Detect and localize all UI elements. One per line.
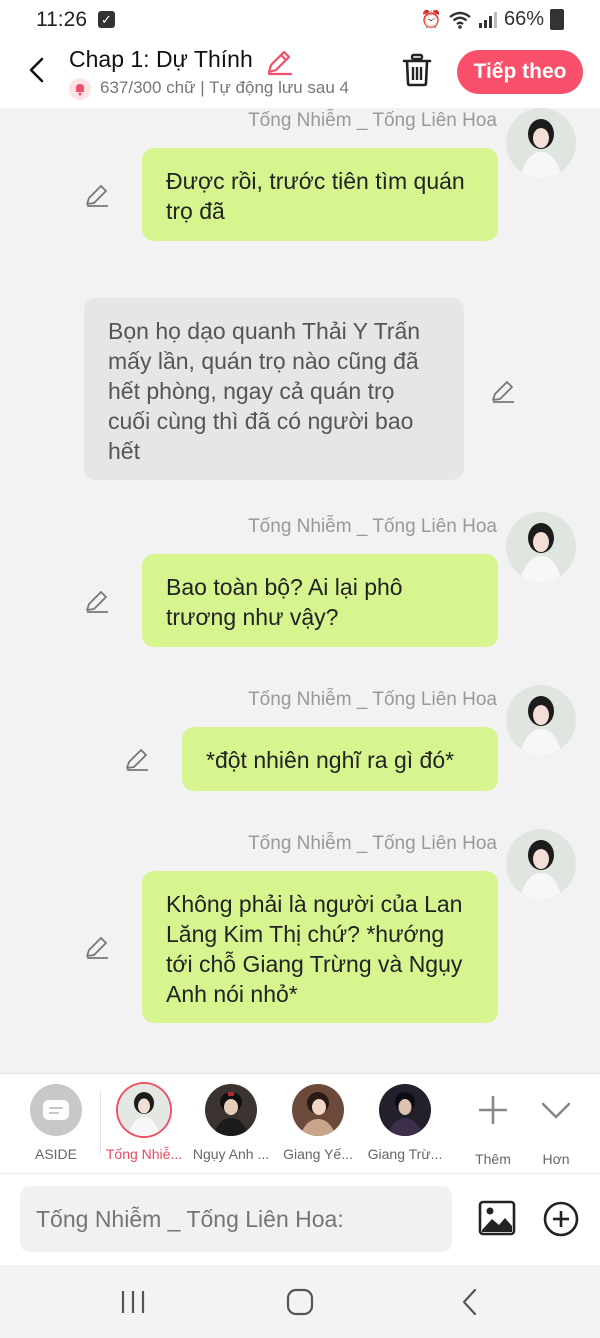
character-selector: ASIDE Tống Nhiễ... Ngụy Anh ... Giang Yế…	[0, 1073, 600, 1174]
chevron-down-icon	[541, 1102, 571, 1119]
home-icon[interactable]	[285, 1287, 315, 1317]
edit-title-icon[interactable]	[265, 48, 293, 76]
alarm-icon: ⏰	[420, 9, 442, 29]
bell-icon	[69, 78, 91, 100]
more-label: Hơn	[542, 1151, 570, 1167]
message-bubble[interactable]: Không phải là người của Lan Lăng Kim Thị…	[142, 871, 498, 1023]
notification-check-icon: ✓	[98, 11, 115, 28]
app-bar: Chap 1: Dự Thính 637/300 chữ | Tự động l…	[0, 40, 600, 108]
character-name: Giang Trừ...	[367, 1146, 443, 1162]
input-bar	[0, 1173, 600, 1266]
add-circle-icon[interactable]	[542, 1200, 580, 1238]
wifi-icon	[449, 11, 471, 29]
narration-bubble[interactable]: Bọn họ dạo quanh Thải Y Trấn mấy lần, qu…	[84, 298, 464, 480]
message-bubble[interactable]: Bao toàn bộ? Ai lại phô trương như vậy?	[142, 554, 498, 647]
character-name: Tống Nhiễ...	[105, 1146, 183, 1162]
edit-message-icon[interactable]	[490, 378, 516, 404]
character-tong-nhiem[interactable]: Tống Nhiễ...	[99, 1084, 189, 1162]
battery-icon	[550, 9, 564, 30]
aside-icon	[30, 1084, 82, 1136]
trash-icon[interactable]	[400, 52, 434, 88]
avatar[interactable]	[506, 108, 576, 178]
character-name: ASIDE	[34, 1146, 77, 1162]
back-arrow-icon[interactable]	[22, 54, 54, 86]
character-name: Giang Yế...	[283, 1146, 353, 1162]
status-bar: 11:26 ✓ ⏰ 66%	[0, 0, 600, 40]
character-nguy-anh[interactable]: Ngụy Anh ...	[186, 1084, 276, 1162]
sender-name: Tống Nhiễm _ Tống Liên Hoa	[248, 516, 497, 537]
avatar	[292, 1084, 344, 1136]
chapter-title[interactable]: Chap 1: Dự Thính	[69, 46, 253, 73]
status-time: 11:26	[36, 8, 87, 31]
edit-message-icon[interactable]	[84, 588, 110, 614]
battery-percent: 66%	[503, 8, 544, 30]
image-icon[interactable]	[478, 1200, 516, 1236]
system-nav-bar	[0, 1265, 600, 1338]
sender-name: Tống Nhiễm _ Tống Liên Hoa	[248, 689, 497, 710]
next-button[interactable]: Tiếp theo	[457, 50, 583, 94]
edit-message-icon[interactable]	[84, 182, 110, 208]
character-giang-trung[interactable]: Giang Trừ...	[360, 1084, 450, 1162]
chat-area[interactable]: Tống Nhiễm _ Tống Liên Hoa Được rồi, trư…	[0, 108, 600, 1073]
avatar[interactable]	[506, 829, 576, 899]
avatar	[379, 1084, 431, 1136]
sender-name: Tống Nhiễm _ Tống Liên Hoa	[248, 833, 497, 854]
more-characters-button[interactable]: Hơn	[511, 1084, 600, 1167]
character-giang-yem[interactable]: Giang Yế...	[273, 1084, 363, 1162]
message-input[interactable]	[20, 1186, 452, 1252]
signal-icon	[478, 11, 497, 28]
recent-apps-icon[interactable]	[118, 1287, 148, 1317]
back-nav-icon[interactable]	[455, 1287, 485, 1317]
message-bubble[interactable]: Được rồi, trước tiên tìm quán trọ đã	[142, 148, 498, 241]
avatar	[118, 1084, 170, 1136]
status-right: ⏰ 66%	[421, 8, 564, 31]
sender-name: Tống Nhiễm _ Tống Liên Hoa	[248, 110, 497, 131]
avatar	[205, 1084, 257, 1136]
avatar[interactable]	[506, 512, 576, 582]
character-name: Ngụy Anh ...	[192, 1146, 270, 1162]
word-count-autosave: 637/300 chữ | Tự động lưu sau 4	[100, 78, 350, 97]
edit-message-icon[interactable]	[124, 746, 150, 772]
character-aside[interactable]: ASIDE	[11, 1084, 101, 1162]
edit-message-icon[interactable]	[84, 934, 110, 960]
avatar[interactable]	[506, 685, 576, 755]
message-bubble[interactable]: *đột nhiên nghĩ ra gì đó*	[182, 727, 498, 791]
